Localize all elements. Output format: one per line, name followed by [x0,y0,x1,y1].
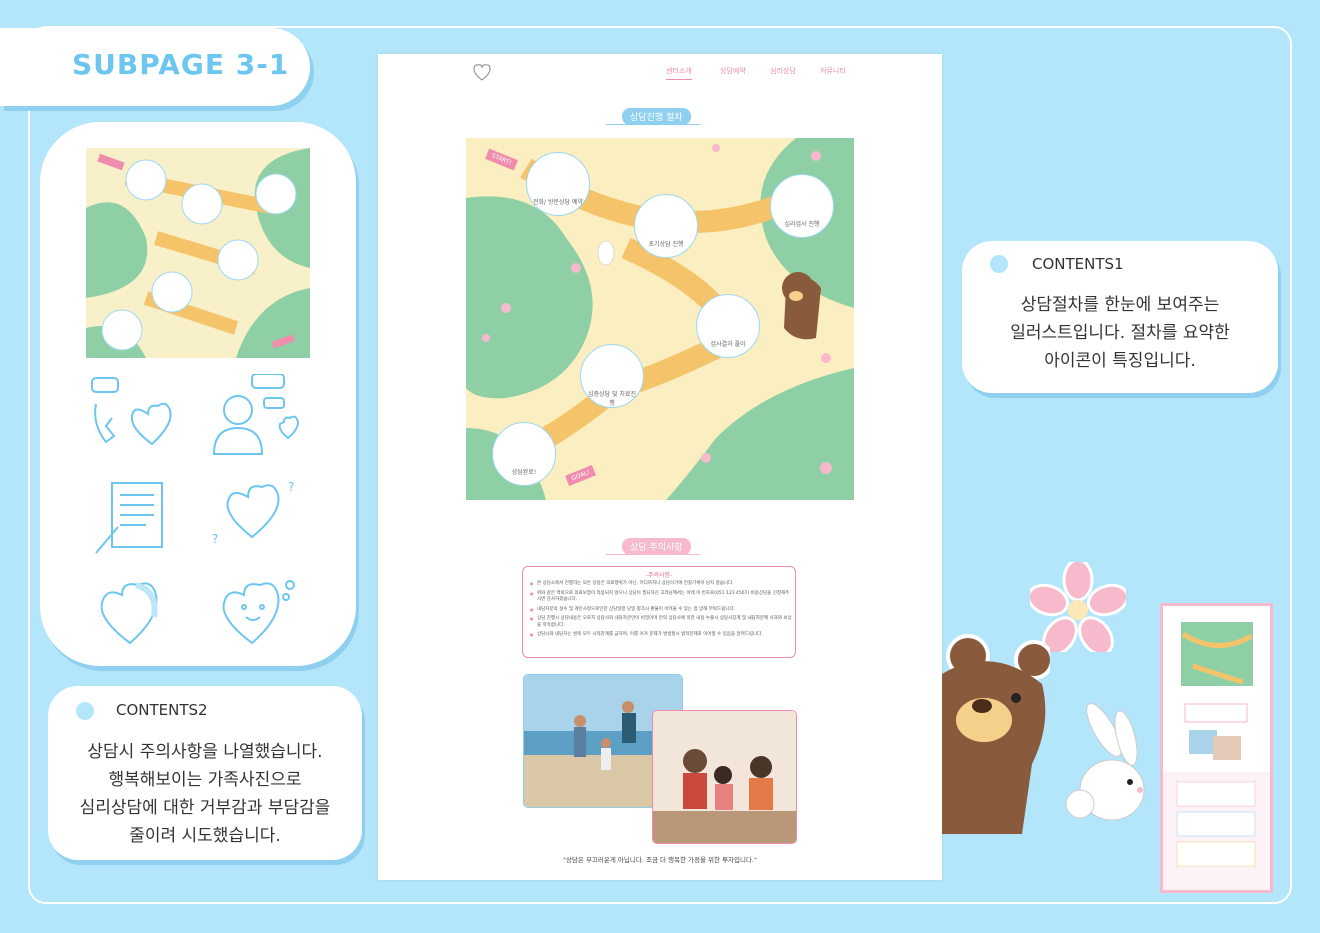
bandaged-heart-icon [86,577,186,659]
bear-icon [942,634,1050,834]
svg-text:?: ? [212,532,218,546]
svg-text:?: ? [288,480,294,494]
step-label: 상담완료! [511,469,537,476]
contents2-description: 상담시 주의사항을 나열했습니다. 행복해보이는 가족사진으로 심리상담에 대한… [48,738,362,850]
step-label: 심리검사 진행 [784,221,820,228]
contents2-line: 상담시 주의사항을 나열했습니다. [87,742,323,762]
smiling-heart-icon [208,577,308,659]
contents1-description: 상담절차를 한눈에 보여주는 일러스트입니다. 절차를 요약한 아이콘이 특징입… [962,291,1278,375]
nav-item-reservation[interactable]: 상담예약 [720,66,746,76]
note-item: 위와 같은 맥락으로 의료보험이 적용되지 않으니 상담이 필요하신 고객님께서… [530,591,793,604]
contents1-card: CONTENTS1 상담절차를 한눈에 보여주는 일러스트입니다. 절차를 요약… [962,241,1278,393]
family-dinner-photo [652,710,797,844]
caution-notes-box: -주의사항- 본 상담소에서 진행하는 모든 상담은 의료행위가 아닌, 어디까… [522,566,796,658]
step-result-explanation: 검사결과 풀이 [696,294,760,358]
title-underline [606,554,700,555]
closing-quote: "상담은 부끄러운게 아닙니다. 조금 더 행복한 가정을 위한 투자입니다." [562,856,758,864]
phone-heart-icon [86,374,186,456]
notes-list: 본 상담소에서 진행하는 모든 상담은 의료행위가 아닌, 어디까지나 상담이기… [529,581,793,642]
rabbit-icon [1065,703,1145,821]
document-icon [86,477,186,559]
step-psych-test: 심리검사 진행 [770,174,834,238]
page-title: SUBPAGE 3-1 [72,48,290,81]
illustration-asset-card: ? ? [40,122,356,666]
step-reservation: 전화/ 방문상담 예약 [526,152,590,216]
contents2-heading: CONTENTS2 [116,701,208,719]
title-underline [606,124,700,125]
step-label: 심층상담 및 치료진행 [588,391,636,407]
contents2-line: 줄이려 시도했습니다. [129,826,281,846]
ladder-illustration-thumbnail [86,148,310,358]
step-label: 초기상담 진행 [648,241,684,248]
bullet-dot-icon [76,702,94,720]
contents1-line: 아이콘이 특징입니다. [1044,351,1196,371]
step-deep-counseling: 심층상담 및 치료진행 [580,344,644,408]
contents2-line: 행복해보이는 가족사진으로 [108,770,302,790]
step-initial-counseling: 초기상담 진행 [634,194,698,258]
step-complete: 상담완료! [492,422,556,486]
step-label: 전화/ 방문상담 예약 [533,199,583,206]
notes-title: -주의사항- [645,572,673,579]
page-title-tab: SUBPAGE 3-1 [0,28,310,106]
nav-item-counseling[interactable]: 심리상담 [770,66,796,76]
contents2-card: CONTENTS2 상담시 주의사항을 나열했습니다. 행복해보이는 가족사진으… [48,686,362,860]
note-item: 본 상담소에서 진행하는 모든 상담은 의료행위가 아닌, 어디까지나 상담이기… [530,581,793,588]
contents1-line: 상담절차를 한눈에 보여주는 [1020,295,1220,315]
contents1-heading: CONTENTS1 [1032,255,1124,273]
process-section-title: 상담진행 절차 [622,108,691,125]
nav-item-community[interactable]: 커뮤니티 [820,66,846,76]
logo-heart-icon[interactable] [472,62,492,82]
note-item: 내담자분의 실수 및 개인사정으로인한 상담일정 당일 펑크시 환불이 어려울 … [530,607,793,614]
step-label: 검사결과 풀이 [710,341,746,348]
contents1-line: 일러스트입니다. 절차를 요약한 [1010,323,1230,343]
nav-item-center[interactable]: 센터소개 [666,66,692,80]
question-heart-icon: ? ? [208,477,308,559]
counseling-process-illustration: START! GOAL! 전화/ 방문상담 예약 초기상담 진행 심리검사 진행… [466,138,854,500]
full-page-preview [1160,603,1273,893]
person-counsel-icon [208,373,308,456]
note-item: 상담 진행시 상담내용은 오로지 상담사와 내담자분만이 비밀이며 만약 상담사… [530,616,793,629]
bullet-dot-icon [990,255,1008,273]
caution-section-title: 상담 주의사항 [622,538,691,555]
subpage-mockup: 센터소개 상담예약 심리상담 커뮤니티 상담진행 절차 START! GOAL!… [378,54,942,880]
note-item: 상담시와 내담자는 쌍축 모두 사적관계를 금하며, 이를 어겨 문제가 발생할… [530,632,793,639]
contents2-line: 심리상담에 대한 거부감과 부담감을 [79,798,331,818]
